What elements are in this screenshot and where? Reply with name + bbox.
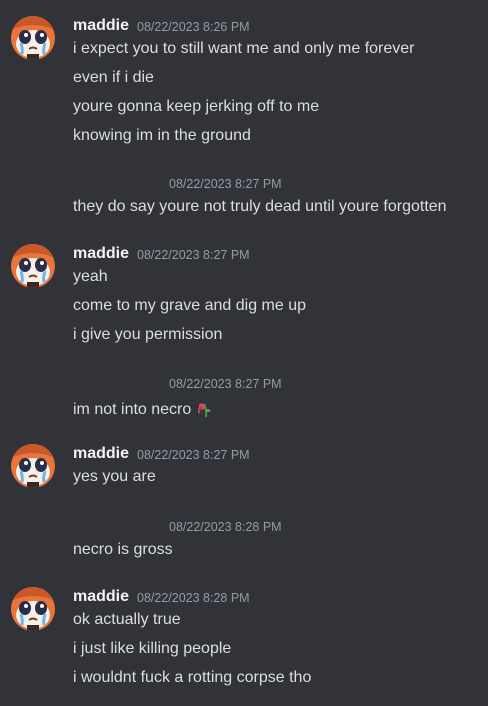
message-timestamp: 08/22/2023 8:26 PM [137,20,250,34]
message-text: i expect you to still want me and only m… [73,40,415,57]
message-text-row: im not into necro [73,396,215,425]
message-text: i just like killing people [73,640,232,657]
message-text: im not into necro [73,401,192,418]
message-text: i wouldnt fuck a rotting corpse tho [73,669,312,686]
message-text: necro is gross [73,541,173,558]
message-timestamp: 08/22/2023 8:27 PM [137,248,250,262]
username[interactable]: maddie [73,16,129,36]
username[interactable]: maddie [73,244,129,264]
message-timestamp: 08/22/2023 8:27 PM [137,448,250,462]
chat-log: maddie 08/22/2023 8:26 PM i expect you t… [0,0,488,706]
message-timestamp: 08/22/2023 8:27 PM [169,377,282,391]
message-text: they do say youre not truly dead until y… [73,198,447,215]
avatar[interactable] [11,587,55,631]
message-text: come to my grave and dig me up [73,297,307,314]
username[interactable]: maddie [73,444,129,464]
wilted-flower-icon [195,396,215,425]
avatar[interactable] [11,244,55,288]
username[interactable]: maddie [73,587,129,607]
message-text: youre gonna keep jerking off to me [73,98,320,115]
avatar[interactable] [11,16,55,60]
avatar[interactable] [11,444,55,488]
message-text: ok actually true [73,611,181,628]
message-text: i give you permission [73,326,223,343]
message-text: yeah [73,268,108,285]
message-timestamp: 08/22/2023 8:28 PM [169,520,282,534]
message-timestamp: 08/22/2023 8:28 PM [137,591,250,605]
message-text: even if i die [73,69,154,86]
message-text: knowing im in the ground [73,127,251,144]
message-text: yes you are [73,468,156,485]
message-timestamp: 08/22/2023 8:27 PM [169,177,282,191]
